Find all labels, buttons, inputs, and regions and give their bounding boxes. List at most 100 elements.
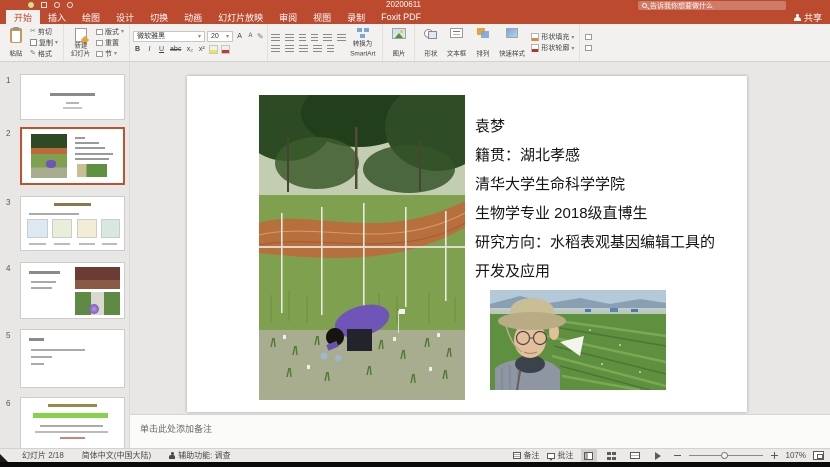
tab-draw[interactable]: 绘图: [74, 10, 108, 24]
smartart-label-2: SmartArt: [350, 51, 375, 57]
italic-button[interactable]: I: [145, 45, 154, 55]
tab-view[interactable]: 视图: [305, 10, 339, 24]
columns-icon[interactable]: [327, 45, 334, 52]
shapes-button[interactable]: 形状: [418, 26, 443, 59]
increase-indent-icon[interactable]: [311, 34, 318, 41]
align-center-icon[interactable]: [285, 45, 294, 52]
slide-text-line-1: 袁梦: [475, 112, 743, 141]
quick-styles-button[interactable]: 快速样式: [495, 26, 529, 59]
redo-icon[interactable]: [67, 2, 73, 8]
tab-insert[interactable]: 插入: [40, 10, 74, 24]
superscript-button[interactable]: x²: [197, 45, 206, 55]
tab-design[interactable]: 设计: [108, 10, 142, 24]
section-button[interactable]: 节 ▾: [94, 49, 126, 59]
editing-button-2[interactable]: [583, 43, 594, 53]
reset-button[interactable]: 重置: [94, 38, 126, 48]
thumbnail-slide-4[interactable]: [20, 262, 125, 319]
strikethrough-button[interactable]: abc: [169, 45, 182, 55]
zoom-slider[interactable]: [689, 451, 763, 460]
tab-animations[interactable]: 动画: [176, 10, 210, 24]
new-slide-button[interactable]: 新建 幻灯片: [67, 26, 94, 59]
font-group: 微软雅黑 ▾ 20 ▾ A A ✎ B I U abc x₂: [130, 24, 268, 61]
autosave-icon[interactable]: [28, 2, 34, 8]
comments-toggle-label: 批注: [558, 450, 574, 461]
justify-icon[interactable]: [313, 45, 322, 52]
thumbnail-slide-5[interactable]: [20, 329, 125, 388]
reading-view-button[interactable]: [627, 449, 643, 462]
tab-slideshow[interactable]: 幻灯片放映: [210, 10, 271, 24]
cut-button[interactable]: ✂ 剪切: [28, 27, 60, 37]
shape-outline-button[interactable]: 形状轮廓 ▾: [529, 43, 576, 53]
thumbnail-slide-3[interactable]: [20, 196, 125, 251]
textbox-button[interactable]: 文本框: [443, 26, 470, 59]
comments-toggle[interactable]: 批注: [547, 450, 574, 461]
zoom-level[interactable]: 107%: [786, 451, 806, 460]
language-indicator[interactable]: 简体中文(中国大陆): [82, 450, 151, 461]
slide-sorter-view-button[interactable]: [604, 449, 620, 462]
font-color-button[interactable]: [221, 45, 230, 54]
thumbnail-slide-6[interactable]: [20, 397, 125, 448]
format-painter-button[interactable]: ✎ 格式: [28, 49, 60, 59]
slide-canvas[interactable]: 袁梦 籍贯：湖北孝感 清华大学生命科学学院 生物学专业 2018级直博生 研究方…: [187, 76, 747, 412]
normal-view-button[interactable]: [581, 449, 597, 462]
numbering-icon[interactable]: [285, 34, 294, 41]
align-right-icon[interactable]: [299, 45, 308, 52]
notes-pane[interactable]: 单击此处添加备注: [130, 414, 830, 448]
clear-format-icon[interactable]: ✎: [257, 32, 264, 41]
zoom-slider-thumb[interactable]: [721, 452, 728, 459]
slide-text-line-5: 研究方向：水稻表观基因编辑工具的: [475, 228, 743, 257]
thumbnail-slide-2-selected[interactable]: [20, 127, 125, 185]
share-person-icon: [794, 14, 801, 21]
tab-foxit-pdf[interactable]: Foxit PDF: [373, 10, 429, 24]
decrease-indent-icon[interactable]: [299, 34, 306, 41]
arrange-button[interactable]: 排列: [470, 26, 495, 59]
thumbnail-row-3: 3: [0, 196, 129, 251]
fit-slide-button[interactable]: [813, 451, 824, 460]
tab-home[interactable]: 开始: [6, 10, 40, 24]
font-name-combo[interactable]: 微软雅黑 ▾: [133, 31, 205, 42]
save-icon[interactable]: [41, 2, 47, 8]
font-size-combo[interactable]: 20 ▾: [207, 31, 233, 42]
notes-placeholder[interactable]: 单击此处添加备注: [140, 422, 830, 435]
bold-button[interactable]: B: [133, 45, 142, 55]
smartart-icon: [357, 28, 369, 38]
rice-planting-photo[interactable]: [259, 95, 465, 400]
chevron-down-icon: ▾: [114, 50, 117, 57]
bullets-icon[interactable]: [271, 34, 280, 41]
notes-toggle[interactable]: 备注: [513, 450, 540, 461]
highlight-color-button[interactable]: [209, 45, 218, 54]
slideshow-button[interactable]: [650, 449, 666, 462]
paste-button[interactable]: 粘贴: [3, 26, 28, 59]
tab-review[interactable]: 审阅: [271, 10, 305, 24]
thumbnail-slide-1[interactable]: [20, 74, 125, 120]
shrink-font-button[interactable]: A: [246, 31, 255, 41]
text-direction-icon[interactable]: [337, 34, 346, 41]
picture-label: 图片: [392, 51, 405, 57]
underline-button[interactable]: U: [157, 45, 166, 55]
selfie-photo[interactable]: [490, 290, 666, 390]
slide-indicator: 幻灯片 2/18: [22, 450, 64, 461]
slide-number-3: 3: [6, 198, 10, 207]
picture-button[interactable]: 图片: [386, 26, 411, 59]
align-left-icon[interactable]: [271, 45, 280, 52]
slide-editing-area: 袁梦 籍贯：湖北孝感 清华大学生命科学学院 生物学专业 2018级直博生 研究方…: [130, 62, 830, 414]
layout-button[interactable]: 版式 ▾: [94, 27, 126, 37]
shape-fill-button[interactable]: 形状填充 ▾: [529, 32, 576, 42]
accessibility-status[interactable]: 辅助功能: 调查: [169, 450, 230, 461]
zoom-out-button[interactable]: [673, 451, 682, 460]
zoom-in-button[interactable]: [770, 451, 779, 460]
layout-icon: [96, 29, 103, 35]
editing-button-1[interactable]: [583, 32, 594, 42]
line-spacing-icon[interactable]: [323, 34, 332, 41]
tab-recording[interactable]: 录制: [339, 10, 373, 24]
grow-font-button[interactable]: A: [235, 31, 244, 41]
search-placeholder: 告诉我你想要做什么: [650, 1, 713, 10]
search-box[interactable]: 告诉我你想要做什么: [638, 1, 786, 10]
share-button[interactable]: 共享: [794, 10, 822, 24]
copy-button[interactable]: 复制 ▾: [28, 38, 60, 48]
slide-text-block[interactable]: 袁梦 籍贯：湖北孝感 清华大学生命科学学院 生物学专业 2018级直博生 研究方…: [475, 112, 743, 286]
undo-icon[interactable]: [54, 2, 60, 8]
tab-transitions[interactable]: 切换: [142, 10, 176, 24]
subscript-button[interactable]: x₂: [185, 45, 194, 55]
convert-to-smartart-button[interactable]: 转换为 SmartArt: [346, 26, 380, 59]
